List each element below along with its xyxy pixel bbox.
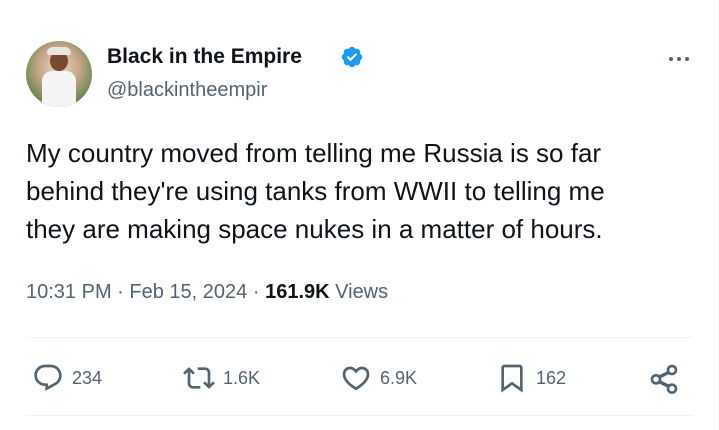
tweet-meta: 10:31 PM · Feb 15, 2024 · 161.9K Views	[26, 281, 388, 304]
repost-button[interactable]: 1.6K	[183, 356, 260, 400]
share-icon	[650, 364, 678, 394]
meta-separator: ·	[252, 281, 260, 303]
meta-separator: ·	[117, 281, 124, 303]
more-dot	[685, 57, 689, 61]
like-count: 6.9K	[380, 367, 418, 388]
avatar-figure-hat	[47, 47, 71, 55]
reply-icon	[34, 364, 62, 391]
avatar-figure-body	[42, 71, 76, 107]
tweet-time[interactable]: 10:31 PM	[26, 281, 112, 303]
bookmark-count: 162	[536, 367, 567, 388]
more-icon[interactable]	[664, 52, 694, 66]
bookmark-icon	[501, 364, 523, 393]
verified-badge-icon[interactable]	[340, 45, 364, 69]
like-button[interactable]: 6.9K	[340, 356, 417, 400]
reply-count: 234	[72, 367, 103, 388]
avatar[interactable]	[26, 41, 92, 107]
more-dot	[669, 57, 673, 61]
bookmark-button[interactable]: 162	[496, 356, 566, 400]
tweet-text: My country moved from telling me Russia …	[26, 138, 605, 244]
repost-icon	[183, 367, 215, 389]
more-dot	[677, 57, 681, 61]
reply-button[interactable]: 234	[32, 356, 102, 400]
like-icon	[342, 366, 370, 391]
views-count: 161.9K	[265, 281, 330, 303]
views-label: Views	[335, 281, 389, 303]
divider	[26, 337, 693, 338]
tweet-date[interactable]: Feb 15, 2024	[129, 281, 247, 303]
user-handle[interactable]: @blackintheempir	[107, 79, 267, 102]
share-button[interactable]	[648, 356, 680, 400]
display-name[interactable]: Black in the Empire	[107, 45, 302, 69]
repost-count: 1.6K	[223, 367, 261, 388]
action-bar: 234 1.6K 6.9K 162	[26, 356, 694, 400]
divider	[26, 415, 693, 416]
tweet-card: Black in the Empire @blackintheempir My …	[0, 0, 719, 430]
